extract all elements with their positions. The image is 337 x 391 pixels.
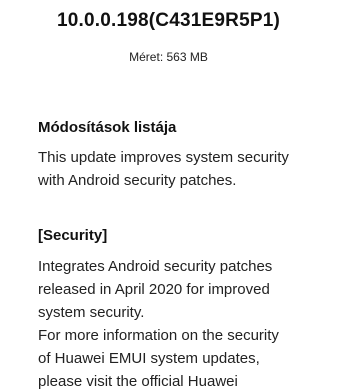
- security-line: please visit the official Huawei: [38, 373, 238, 390]
- security-line: Integrates Android security patches: [38, 258, 273, 275]
- security-heading: [Security]: [38, 227, 108, 244]
- security-line: For more information on the security: [38, 327, 279, 344]
- security-line: of Huawei EMUI system updates,: [38, 350, 260, 367]
- changelog-heading: Módosítások listája: [38, 119, 177, 136]
- description-line: This update improves system security: [38, 149, 289, 166]
- changelog-description: This update improves system security wit…: [38, 146, 328, 192]
- version-title: 10.0.0.198(C431E9R5P1): [56, 10, 281, 31]
- security-line: released in April 2020 for improved: [38, 281, 270, 298]
- update-details-screen: 10.0.0.198(C431E9R5P1) Méret: 563 MB Mód…: [0, 0, 337, 391]
- security-description: Integrates Android security patches rele…: [38, 255, 328, 391]
- update-size-label: Méret: 563 MB: [129, 50, 208, 64]
- description-line: with Android security patches.: [38, 172, 237, 189]
- security-line: system security.: [38, 304, 145, 321]
